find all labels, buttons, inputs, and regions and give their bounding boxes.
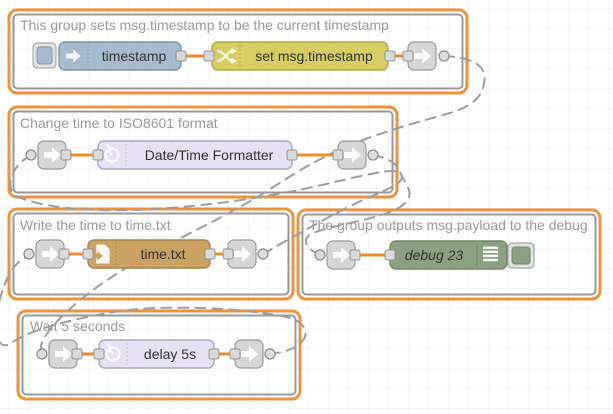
group-title: This group sets msg.timestamp to be the …	[20, 17, 389, 33]
linkout-input-port[interactable]	[403, 51, 413, 61]
datetime-output-port[interactable]	[287, 150, 297, 160]
linkout-input-port[interactable]	[333, 150, 343, 160]
file-output-port[interactable]	[205, 249, 215, 259]
delay-output-port[interactable]	[209, 349, 219, 359]
change-node-label: set msg.timestamp	[255, 48, 373, 64]
file-node[interactable]: time.txt	[88, 240, 210, 268]
linkin-virtual-port[interactable]	[26, 150, 36, 160]
inject-node[interactable]: timestamp	[33, 42, 181, 70]
delay-node-label: delay 5s	[144, 346, 196, 362]
debug-node-label: debug 23	[405, 247, 464, 263]
debug-node[interactable]: debug 23	[390, 241, 534, 269]
change-input-port[interactable]	[204, 51, 214, 61]
datetime-formatter-node[interactable]: Date/Time Formatter	[98, 141, 292, 169]
linkin-virtual-port[interactable]	[24, 249, 34, 259]
linkin-virtual-port[interactable]	[37, 349, 47, 359]
datetime-node-label: Date/Time Formatter	[145, 147, 274, 163]
inject-output-port[interactable]	[176, 51, 186, 61]
file-node-label: time.txt	[140, 246, 185, 262]
group-title: Change time to ISO8601 format	[20, 115, 218, 131]
group-title: The group outputs msg.payload to the deb…	[309, 217, 588, 233]
change-output-port[interactable]	[385, 51, 395, 61]
linkout-virtual-port[interactable]	[368, 150, 378, 160]
inject-button-face[interactable]	[37, 47, 52, 64]
linkout-input-port[interactable]	[230, 349, 240, 359]
debug-toggle-button-face[interactable]	[512, 247, 530, 264]
debug-input-port[interactable]	[385, 250, 395, 260]
change-node[interactable]: set msg.timestamp	[212, 42, 388, 70]
delay-node[interactable]: delay 5s	[99, 340, 214, 368]
inject-node-label: timestamp	[102, 48, 167, 64]
linkin-output-port[interactable]	[350, 250, 360, 260]
linkout-virtual-port[interactable]	[265, 349, 275, 359]
linkout-virtual-port[interactable]	[258, 249, 268, 259]
linkout-input-port[interactable]	[223, 249, 233, 259]
group-title: Wait 5 seconds	[30, 318, 125, 334]
linkin-output-port[interactable]	[61, 150, 71, 160]
flow-canvas[interactable]: This group sets msg.timestamp to be the …	[0, 0, 613, 414]
delay-input-port[interactable]	[94, 349, 104, 359]
file-input-port[interactable]	[83, 249, 93, 259]
group-title: Write the time to time.txt	[20, 217, 171, 233]
linkin-virtual-port[interactable]	[315, 250, 325, 260]
linkout-virtual-port[interactable]	[439, 51, 449, 61]
linkin-output-port[interactable]	[59, 249, 69, 259]
datetime-input-port[interactable]	[93, 150, 103, 160]
linkin-output-port[interactable]	[72, 349, 82, 359]
